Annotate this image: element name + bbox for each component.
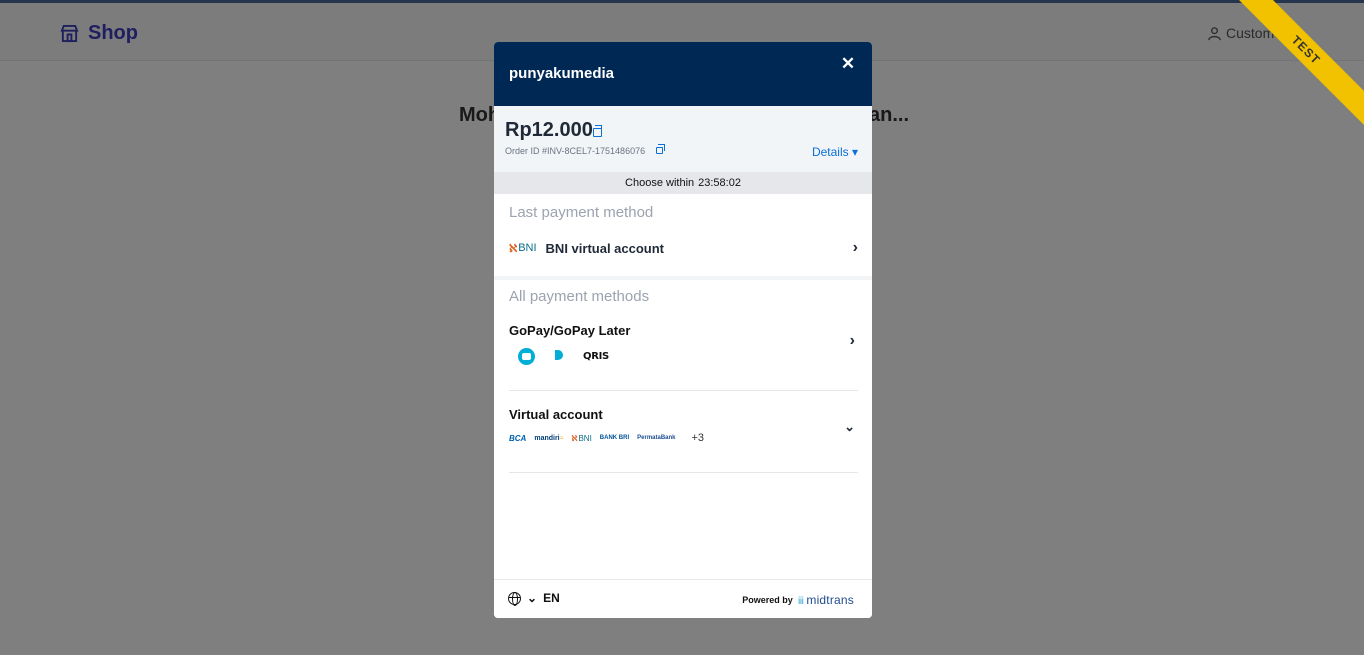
order-id: Order ID #INV-8CEL7-1751486076 [505, 146, 646, 156]
payment-method-name: GoPay/GoPay Later [509, 323, 631, 338]
amount-section: Rp12.000 Order ID #INV-8CEL7-1751486076 … [494, 106, 872, 172]
gopay-icon [518, 348, 535, 365]
last-payment-section: Last payment method ℵ BNI BNI virtual acc… [494, 194, 872, 276]
mandiri-logo: mandiri≈ [534, 434, 564, 442]
bni-logo: ℵ BNI [571, 433, 592, 443]
bank-logos: BCA mandiri≈ ℵ BNI BANK BRI PermataBank +… [509, 432, 858, 444]
last-payment-method-name: BNI virtual account [545, 240, 665, 256]
payment-method-name: Virtual account [509, 407, 603, 422]
payment-modal: punyakumedia ✕ Rp12.000 Order ID #INV-8C… [494, 42, 872, 618]
language-selector[interactable]: ⌄ EN [508, 591, 560, 606]
timer-value: 23:58:02 [698, 177, 741, 189]
timer-label: Choose within [625, 177, 695, 189]
chevron-down-icon: ⌄ [844, 419, 855, 434]
permata-logo: PermataBank [637, 435, 676, 441]
bca-logo: BCA [509, 433, 527, 443]
qris-icon: QRIS [583, 351, 609, 362]
chevron-right-icon: › [849, 332, 855, 349]
amount: Rp12.000 [505, 119, 593, 141]
gopay-icons: QRIS [509, 348, 858, 365]
last-payment-method[interactable]: ℵ BNI BNI virtual account › [494, 221, 872, 257]
globe-icon [508, 591, 521, 606]
powered-by-label: Powered by [742, 595, 793, 605]
chevron-right-icon: › [852, 239, 858, 256]
payment-method-gopay[interactable]: GoPay/GoPay Later QRIS › [509, 305, 858, 391]
bri-logo: BANK BRI [599, 435, 630, 441]
copy-order-id-icon[interactable] [656, 144, 665, 154]
gopay-later-icon [553, 349, 565, 364]
powered-by: Powered by ⅲ midtrans [742, 593, 854, 607]
all-payment-label: All payment methods [509, 288, 650, 305]
bni-logo: ℵ BNI [509, 242, 537, 255]
close-icon[interactable]: ✕ [838, 54, 858, 74]
modal-footer: ⌄ EN Powered by ⅲ midtrans [494, 579, 872, 618]
modal-header: punyakumedia ✕ [494, 42, 872, 106]
payment-method-virtual-account[interactable]: Virtual account BCA mandiri≈ ℵ BNI BANK B… [509, 391, 858, 473]
language-code: EN [543, 591, 560, 605]
midtrans-logo: ⅲ midtrans [797, 593, 854, 607]
chevron-down-icon: ⌄ [527, 591, 538, 605]
merchant-name: punyakumedia [509, 65, 615, 82]
copy-amount-icon[interactable] [593, 125, 602, 137]
countdown-timer: Choose within 23:58:02 [494, 172, 872, 194]
last-payment-label: Last payment method [509, 204, 654, 221]
more-banks-count: +3 [691, 432, 705, 444]
all-payment-section: All payment methods GoPay/GoPay Later QR… [494, 280, 872, 473]
details-toggle[interactable]: Details ▾ [812, 145, 858, 159]
